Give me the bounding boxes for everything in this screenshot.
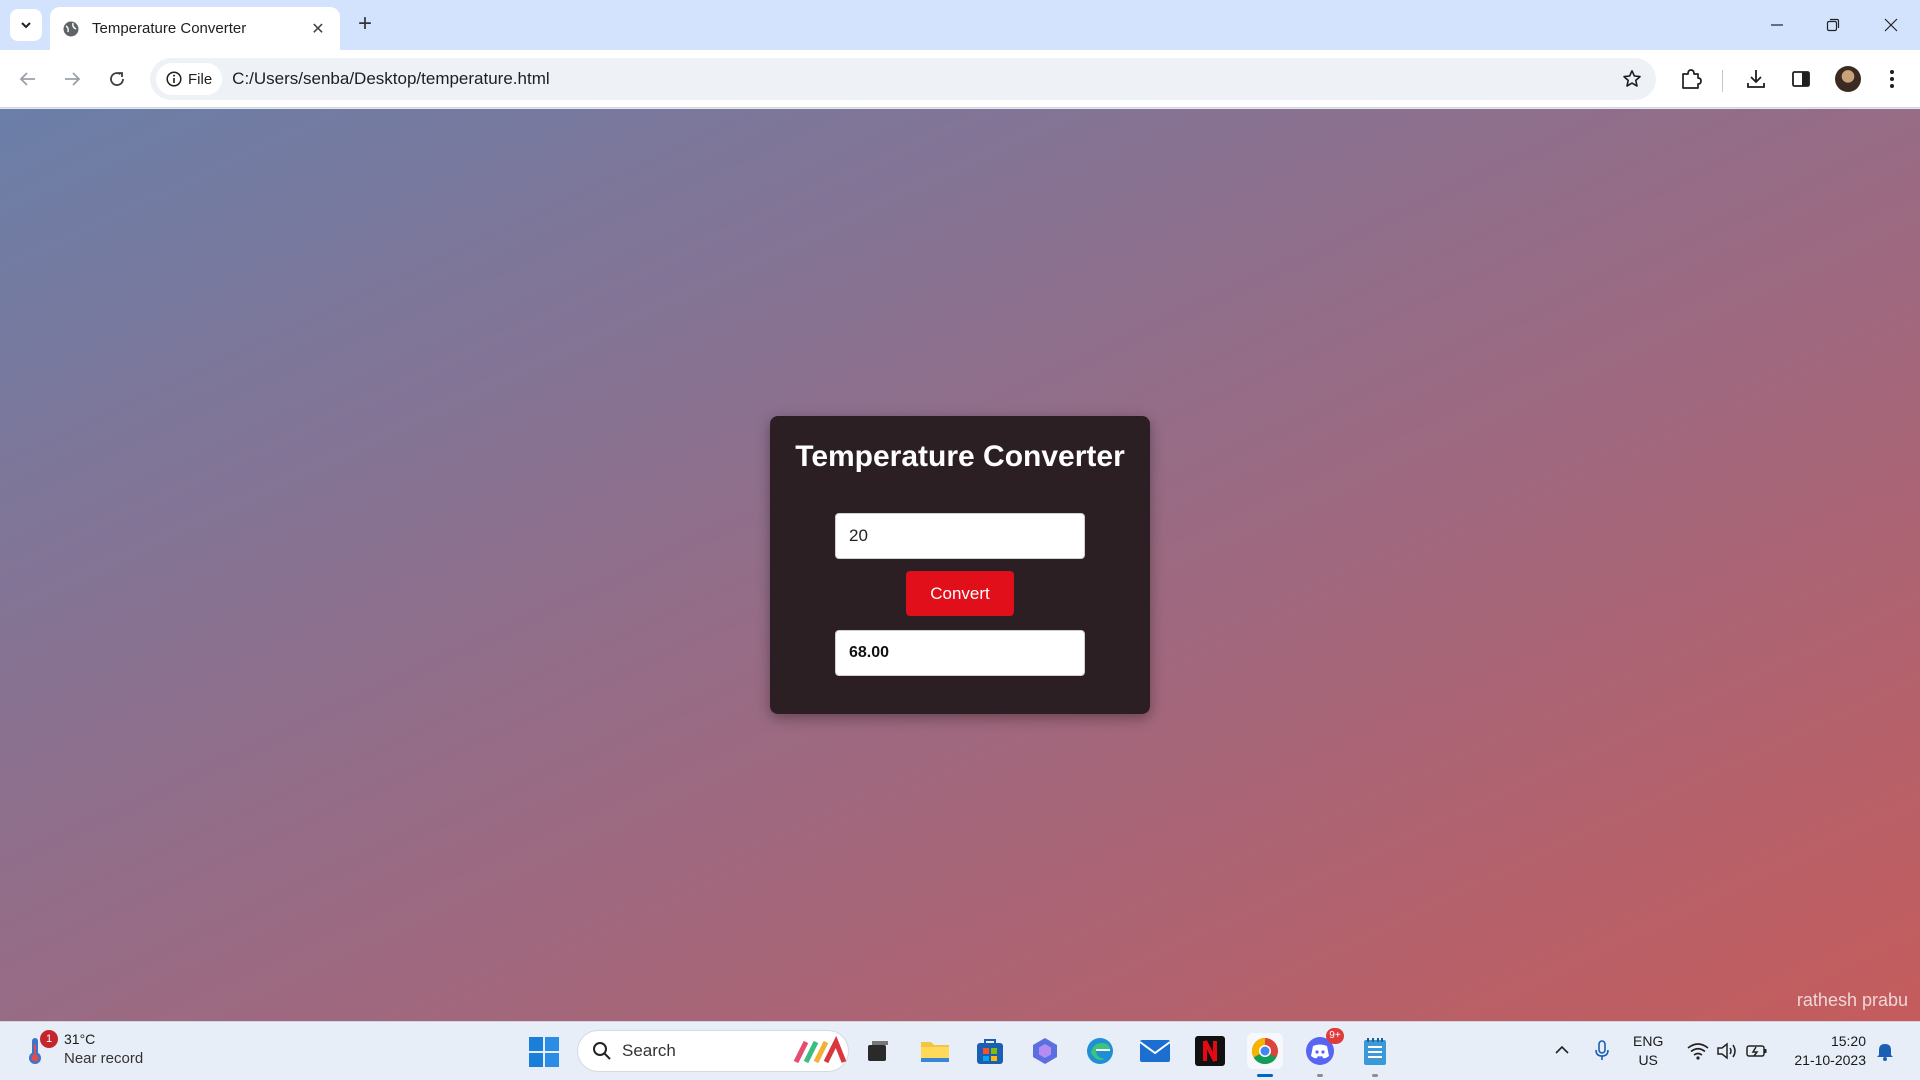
convert-button[interactable]: Convert — [906, 571, 1014, 616]
clock-time: 15:20 — [1830, 1033, 1866, 1049]
weather-temperature: 31°C — [64, 1031, 96, 1047]
weather-widget[interactable]: 1 31°C Near record — [26, 1030, 143, 1068]
result-output: 68.00 — [835, 630, 1085, 676]
netflix-button[interactable] — [1192, 1033, 1228, 1069]
edge-button[interactable] — [1082, 1033, 1118, 1069]
battery-charging-icon — [1746, 1045, 1767, 1057]
wifi-button[interactable] — [1686, 1040, 1710, 1062]
new-tab-button[interactable]: + — [352, 12, 378, 38]
site-info-chip[interactable]: File — [156, 63, 223, 95]
tab-temperature-converter[interactable]: Temperature Converter ✕ — [50, 7, 340, 50]
copilot-button[interactable] — [1027, 1033, 1063, 1069]
side-panel-button[interactable] — [1786, 64, 1816, 94]
browser-toolbar: File C:/Users/senba/Desktop/temperature.… — [0, 50, 1920, 108]
taskbar-search[interactable]: Search — [577, 1030, 849, 1072]
store-icon — [977, 1039, 1003, 1064]
watermark-text: rathesh prabu — [1796, 990, 1908, 1010]
task-view-button[interactable] — [860, 1033, 896, 1069]
arrow-right-icon — [65, 72, 81, 86]
start-button[interactable] — [527, 1035, 561, 1069]
profile-button[interactable] — [1833, 64, 1863, 94]
netflix-icon — [1195, 1036, 1225, 1066]
close-window-button[interactable] — [1876, 10, 1906, 40]
menu-button[interactable] — [1877, 64, 1907, 94]
arrow-left-icon — [19, 72, 35, 86]
site-chip-label: File — [188, 70, 213, 88]
minimize-button[interactable] — [1762, 10, 1792, 40]
close-icon — [1884, 18, 1898, 32]
info-icon — [166, 71, 182, 87]
chevron-down-icon — [21, 22, 31, 29]
chrome-icon — [1251, 1037, 1278, 1065]
browser-titlebar: Temperature Converter ✕ + — [0, 0, 1920, 50]
show-hidden-icons-button[interactable] — [1552, 1040, 1572, 1060]
converter-card: Temperature Converter Convert 68.00 — [770, 416, 1150, 714]
tab-title: Temperature Converter — [92, 20, 247, 37]
windows-taskbar: 1 31°C Near record Search 9+ ENG US 15:2… — [0, 1021, 1920, 1080]
running-app-indicator — [1317, 1074, 1323, 1077]
microsoft-store-button[interactable] — [972, 1033, 1008, 1069]
celsius-input[interactable] — [835, 513, 1085, 559]
mail-icon — [1139, 1040, 1171, 1062]
url-text[interactable]: C:/Users/senba/Desktop/temperature.html — [232, 69, 1622, 89]
search-highlight-icon — [793, 1036, 847, 1064]
microphone-button[interactable] — [1592, 1040, 1612, 1062]
side-panel-icon — [1792, 71, 1810, 87]
task-view-icon — [868, 1041, 888, 1061]
mail-button[interactable] — [1137, 1033, 1173, 1069]
minimize-icon — [1771, 24, 1783, 26]
speaker-icon — [1717, 1042, 1736, 1060]
input-language[interactable]: ENG US — [1633, 1032, 1663, 1070]
clock-date: 21-10-2023 — [1794, 1052, 1866, 1068]
volume-button[interactable] — [1715, 1040, 1739, 1062]
active-app-indicator — [1257, 1074, 1273, 1077]
battery-button[interactable] — [1745, 1040, 1769, 1062]
download-icon — [1747, 70, 1765, 88]
notepad-button[interactable] — [1357, 1033, 1393, 1077]
more-vertical-icon — [1890, 70, 1894, 88]
discord-button[interactable]: 9+ — [1302, 1028, 1344, 1077]
puzzle-icon — [1682, 69, 1702, 89]
microphone-icon — [1595, 1040, 1609, 1060]
reload-button[interactable] — [102, 64, 132, 94]
tab-search-button[interactable] — [10, 9, 42, 41]
weather-description: Near record — [64, 1050, 144, 1067]
downloads-button[interactable] — [1741, 64, 1771, 94]
taskbar-search-label: Search — [622, 1041, 676, 1060]
bookmark-star-icon[interactable] — [1622, 69, 1642, 89]
windows-logo-icon — [529, 1037, 559, 1067]
file-explorer-button[interactable] — [917, 1033, 953, 1069]
page-viewport: Temperature Converter Convert 68.00 rath… — [0, 109, 1920, 1021]
chevron-up-icon — [1555, 1045, 1569, 1054]
restore-button[interactable] — [1818, 10, 1848, 40]
folder-icon — [921, 1042, 949, 1062]
globe-icon — [63, 21, 79, 36]
search-icon — [593, 1042, 611, 1060]
forward-button[interactable] — [57, 64, 87, 94]
back-button[interactable] — [13, 64, 43, 94]
system-clock[interactable]: 15:20 21-10-2023 — [1784, 1032, 1866, 1070]
notifications-button[interactable] — [1874, 1040, 1896, 1062]
edge-icon — [1087, 1038, 1113, 1064]
page-title: Temperature Converter — [795, 440, 1125, 473]
notification-badge: 9+ — [1326, 1028, 1344, 1044]
weather-alert-badge: 1 — [40, 1030, 58, 1048]
extensions-button[interactable] — [1676, 64, 1706, 94]
region-code: US — [1638, 1052, 1658, 1068]
chrome-button[interactable] — [1247, 1033, 1283, 1077]
avatar — [1835, 66, 1861, 92]
running-app-indicator — [1372, 1074, 1378, 1077]
language-code: ENG — [1633, 1033, 1664, 1049]
toolbar-separator — [1722, 70, 1723, 92]
restore-icon — [1826, 18, 1840, 32]
copilot-icon — [1033, 1038, 1057, 1064]
bell-icon — [1877, 1044, 1893, 1061]
notepad-icon — [1364, 1038, 1386, 1065]
address-bar[interactable]: File C:/Users/senba/Desktop/temperature.… — [150, 58, 1656, 100]
reload-icon — [110, 72, 124, 86]
wifi-icon — [1687, 1043, 1709, 1060]
tab-close-icon[interactable]: ✕ — [308, 19, 328, 39]
thermometer-icon: 1 — [26, 1030, 58, 1066]
